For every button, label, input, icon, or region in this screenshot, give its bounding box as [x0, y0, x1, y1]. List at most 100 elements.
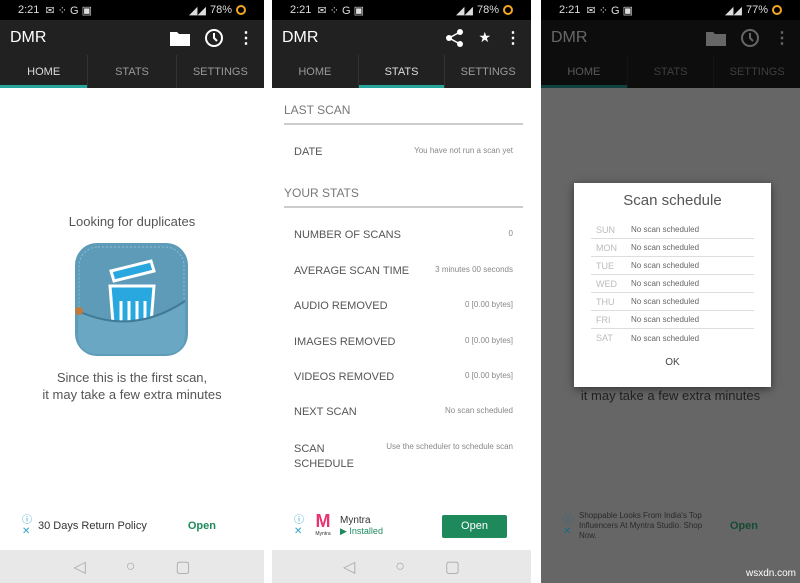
ad-open-button[interactable]: Open [188, 520, 216, 532]
stat-row: VIDEOS REMOVED 0 [0.00 bytes] [294, 371, 513, 383]
battery-icon [236, 5, 246, 15]
schedule-status: No scan scheduled [631, 225, 700, 234]
phone-schedule-dialog: 2:21✉ ⁘ G ▣◢◢77% DMR ⋮ HOMESTATSSETTINGS… [541, 0, 800, 583]
more-options-icon[interactable]: ⋮ [505, 28, 521, 48]
schedule-row[interactable]: SAT No scan scheduled [591, 329, 754, 347]
tab-bar: HOMESTATSSETTINGS [0, 55, 264, 88]
stat-value: You have not run a scan yet [414, 146, 513, 155]
heading: Looking for duplicates [68, 214, 196, 229]
stat-value: 3 minutes 00 seconds [435, 265, 513, 274]
app-bar: DMR ★ ⋮ [272, 20, 531, 55]
recents-icon[interactable]: ▢ [445, 557, 460, 577]
stat-value: 0 [508, 229, 513, 238]
day: WED [596, 278, 617, 289]
recents-icon[interactable]: ▢ [175, 557, 190, 577]
tab-bar: HOMESTATSSETTINGS [272, 55, 531, 88]
share-icon[interactable] [446, 28, 464, 47]
stat-label: VIDEOS REMOVED [294, 371, 395, 383]
stat-label: AVERAGE SCAN TIME [294, 265, 410, 277]
schedule-status: No scan scheduled [631, 333, 700, 343]
folder-icon[interactable] [170, 30, 190, 46]
tab-settings[interactable]: SETTINGS [445, 55, 531, 88]
installed-status: ▶ Installed [340, 526, 383, 536]
stat-row-scan-schedule[interactable]: SCAN SCHEDULE Use the scheduler to schedul… [294, 442, 513, 472]
signal-icon: ◢◢ [725, 4, 742, 17]
section-last-scan: LAST SCAN [284, 103, 523, 125]
day: SAT [596, 333, 613, 343]
stat-value: No scan scheduled [444, 406, 513, 415]
signal-icon: ◢◢ [189, 4, 206, 17]
nav-bar: ◁ ○ ▢ [0, 550, 264, 583]
stat-value: Use the scheduler to schedule scan [386, 442, 513, 451]
close-icon[interactable]: ✕ [294, 526, 304, 537]
stat-row: AUDIO REMOVED 0 [0.00 bytes] [294, 300, 513, 312]
info-icon[interactable]: ⓘ [294, 515, 304, 526]
ad-banner: ⓘ ✕ M Myntra Myntra ▶ Installed Open [272, 502, 531, 550]
schedule-status: No scan scheduled [631, 243, 700, 252]
schedule-row[interactable]: SUN No scan scheduled [591, 221, 754, 239]
stat-row-date: DATE You have not run a scan yet [294, 146, 513, 158]
more-options-icon[interactable]: ⋮ [238, 28, 254, 48]
close-icon[interactable]: ✕ [563, 526, 573, 537]
schedule-status: No scan scheduled [631, 315, 700, 324]
stat-label: NUMBER OF SCANS [294, 229, 401, 241]
day: FRI [596, 314, 611, 325]
star-icon[interactable]: ★ [478, 29, 491, 46]
tab-home[interactable]: HOME [272, 55, 359, 88]
status-bar: 2:21 ✉ ⁘ G ▣ ◢◢ 78% [0, 0, 264, 20]
info-icon[interactable]: ⓘ [563, 515, 573, 526]
schedule-row[interactable]: MON No scan scheduled [591, 239, 754, 257]
ad-text: Shoppable Looks From India's Top Influen… [579, 511, 703, 540]
schedule-row[interactable]: FRI No scan scheduled [591, 311, 754, 329]
scan-schedule-dialog: Scan schedule SUN No scan scheduled MON No… [574, 183, 771, 387]
time: 2:21 [559, 4, 581, 16]
notification-icons: ✉ ⁘ G ▣ [586, 4, 633, 17]
home-icon[interactable]: ○ [395, 558, 405, 576]
info-line-1: Since this is the first scan, [56, 370, 208, 385]
ad-text: 30 Days Return Policy [38, 520, 147, 532]
tab-settings[interactable]: SETTINGS [177, 55, 264, 88]
battery-level: 78% [209, 4, 232, 16]
stat-row: AVERAGE SCAN TIME 3 minutes 00 seconds [294, 265, 513, 277]
stat-label: NEXT SCAN [294, 406, 357, 418]
close-icon[interactable]: ✕ [22, 526, 32, 537]
ad-banner: ⓘ ✕ 30 Days Return Policy Open [0, 502, 264, 550]
nav-bar: ◁ ○ ▢ [272, 550, 531, 583]
battery-icon [503, 5, 513, 15]
schedule-row[interactable]: THU No scan scheduled [591, 293, 754, 311]
schedule-row[interactable]: WED No scan scheduled [591, 275, 754, 293]
clock-icon[interactable] [204, 28, 224, 48]
battery-icon [772, 5, 782, 15]
stat-value: 0 [0.00 bytes] [464, 371, 513, 380]
stat-row: IMAGES REMOVED 0 [0.00 bytes] [294, 336, 513, 348]
watermark: wsxdn.com [745, 568, 796, 579]
phone-stats: 2:21 ✉ ⁘ G ▣ ◢◢ 78% DMR ★ ⋮ HOME STATS SETTING… [272, 0, 531, 583]
schedule-status: No scan scheduled [631, 297, 700, 306]
stat-value: 0 [0.00 bytes] [464, 336, 513, 345]
tab-stats[interactable]: STATS [358, 55, 446, 88]
day: SUN [596, 224, 616, 235]
tab-stats[interactable]: STATS [88, 55, 177, 88]
stat-label: SCHEDULE [294, 458, 354, 470]
schedule-status: No scan scheduled [631, 279, 700, 288]
app-bar: DMR ⋮ [0, 20, 264, 55]
tab-home[interactable]: HOME [0, 55, 89, 88]
info-icon[interactable]: ⓘ [22, 515, 32, 526]
app-title: DMR [10, 28, 47, 46]
ok-button[interactable]: OK [574, 357, 771, 368]
home-icon[interactable]: ○ [126, 558, 136, 576]
dialog-title: Scan schedule [623, 192, 722, 209]
back-icon[interactable]: ◁ [343, 557, 355, 577]
ad-app-name: Myntra [340, 515, 371, 526]
ad-open-button[interactable]: Open [730, 520, 758, 532]
schedule-row[interactable]: TUE No scan scheduled [591, 257, 754, 275]
phone-home: 2:21 ✉ ⁘ G ▣ ◢◢ 78% DMR ⋮ HOME STATS SETTINGS… [0, 0, 264, 583]
stat-label: SCAN [294, 443, 325, 455]
day: THU [596, 296, 615, 307]
app-title: DMR [282, 28, 319, 46]
ad-open-button[interactable]: Open [442, 514, 507, 538]
time: 2:21 [290, 4, 312, 16]
stat-label: DATE [294, 146, 323, 158]
stat-row: NEXT SCAN No scan scheduled [294, 406, 513, 418]
back-icon[interactable]: ◁ [73, 557, 85, 577]
